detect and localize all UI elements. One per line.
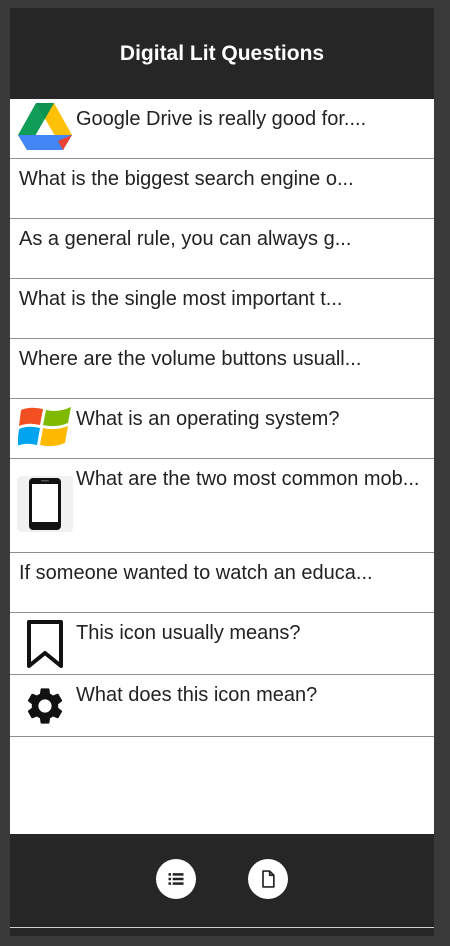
list-view-button[interactable] — [156, 859, 196, 899]
smartphone-icon — [17, 476, 73, 532]
list-item[interactable]: Google Drive is really good for.... — [10, 99, 434, 159]
question-text: Where are the volume buttons usuall... — [19, 348, 362, 370]
page-title: Digital Lit Questions — [119, 41, 325, 65]
bottom-toolbar — [10, 834, 434, 927]
list-item[interactable]: What is an operating system? — [10, 399, 434, 459]
question-text: This icon usually means? — [76, 622, 301, 644]
app-window: Digital Lit Questions Google Drive is re… — [10, 8, 434, 936]
list-item[interactable]: This icon usually means? — [10, 613, 434, 675]
question-text: As a general rule, you can always g... — [19, 228, 352, 250]
list-item[interactable]: Where are the volume buttons usuall... — [10, 339, 434, 399]
question-text: If someone wanted to watch an educa... — [19, 562, 373, 584]
gear-icon — [17, 678, 73, 734]
list-item[interactable]: What is the single most important t... — [10, 279, 434, 339]
question-text: What is the biggest search engine o... — [19, 168, 354, 190]
document-icon — [262, 870, 275, 888]
question-list[interactable]: Google Drive is really good for.... What… — [10, 99, 434, 834]
list-item[interactable]: What does this icon mean? — [10, 675, 434, 737]
question-text: What is the single most important t... — [19, 288, 343, 310]
list-item[interactable]: As a general rule, you can always g... — [10, 219, 434, 279]
google-drive-icon — [17, 99, 73, 155]
bottom-divider — [10, 927, 434, 928]
document-button[interactable] — [248, 859, 288, 899]
windows-logo-icon — [17, 399, 73, 455]
list-icon — [168, 873, 184, 885]
question-text: What does this icon mean? — [76, 684, 318, 706]
question-text: What are the two most common mob... — [76, 468, 420, 490]
question-text: Google Drive is really good for.... — [76, 108, 367, 130]
list-item[interactable]: What are the two most common mob... — [10, 459, 434, 553]
question-text: What is an operating system? — [76, 408, 340, 430]
list-item[interactable]: If someone wanted to watch an educa... — [10, 553, 434, 613]
app-header: Digital Lit Questions — [10, 8, 434, 99]
bookmark-icon — [17, 616, 73, 672]
list-item[interactable]: What is the biggest search engine o... — [10, 159, 434, 219]
